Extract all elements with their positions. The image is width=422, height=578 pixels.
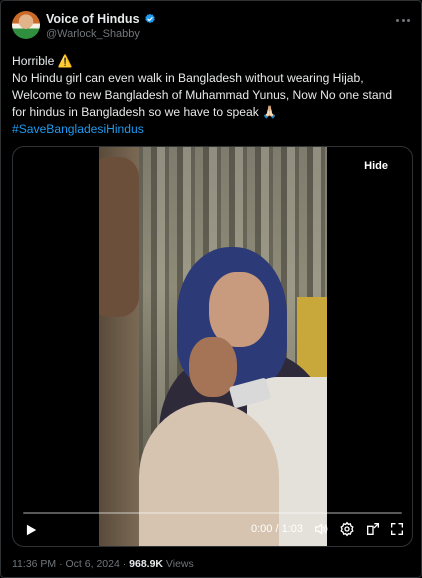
video-time: 0:00 / 1:03 [251, 523, 303, 535]
meta-separator: · [56, 558, 66, 570]
post-text-line: Horrible ⚠️ [12, 54, 73, 68]
post-date[interactable]: Oct 6, 2024 [66, 558, 120, 570]
verified-badge-icon [144, 13, 155, 24]
video-controls: 0:00 / 1:03 [13, 506, 412, 546]
author-name-row: Voice of Hindus [46, 12, 156, 26]
video-player[interactable]: Hide 0:00 / 1:03 [12, 146, 413, 547]
video-progress-bar[interactable] [23, 512, 402, 514]
post-card: Voice of Hindus @Warlock_Shabby Horrible… [0, 0, 422, 578]
post-text: Horrible ⚠️ No Hindu girl can even walk … [12, 53, 412, 138]
author-display-name[interactable]: Voice of Hindus [46, 12, 140, 26]
hide-media-button[interactable]: Hide [352, 155, 400, 177]
hashtag-link[interactable]: #SaveBangladesiHindus [12, 121, 412, 138]
video-frame[interactable] [99, 147, 327, 546]
play-icon[interactable] [24, 523, 38, 537]
author-avatar[interactable] [12, 11, 40, 39]
settings-icon[interactable] [339, 521, 355, 537]
more-options-icon[interactable] [396, 13, 410, 27]
post-text-line: No Hindu girl can even walk in Banglades… [12, 71, 364, 85]
fullscreen-exit-icon[interactable] [365, 521, 381, 537]
post-meta: 11:36 PM · Oct 6, 2024 · 968.9K Views [12, 558, 194, 570]
view-count: 968.9K [129, 558, 164, 570]
post-text-line: for hindus in Bangladesh so we have to s… [12, 105, 278, 119]
meta-separator: · [119, 558, 130, 570]
author-handle[interactable]: @Warlock_Shabby [46, 28, 140, 40]
post-time[interactable]: 11:36 PM [12, 558, 56, 570]
post-text-line: Welcome to new Bangladesh of Muhammad Yu… [12, 88, 393, 102]
volume-icon[interactable] [313, 521, 329, 537]
views-label: Views [163, 558, 194, 570]
fullscreen-icon[interactable] [389, 521, 405, 537]
